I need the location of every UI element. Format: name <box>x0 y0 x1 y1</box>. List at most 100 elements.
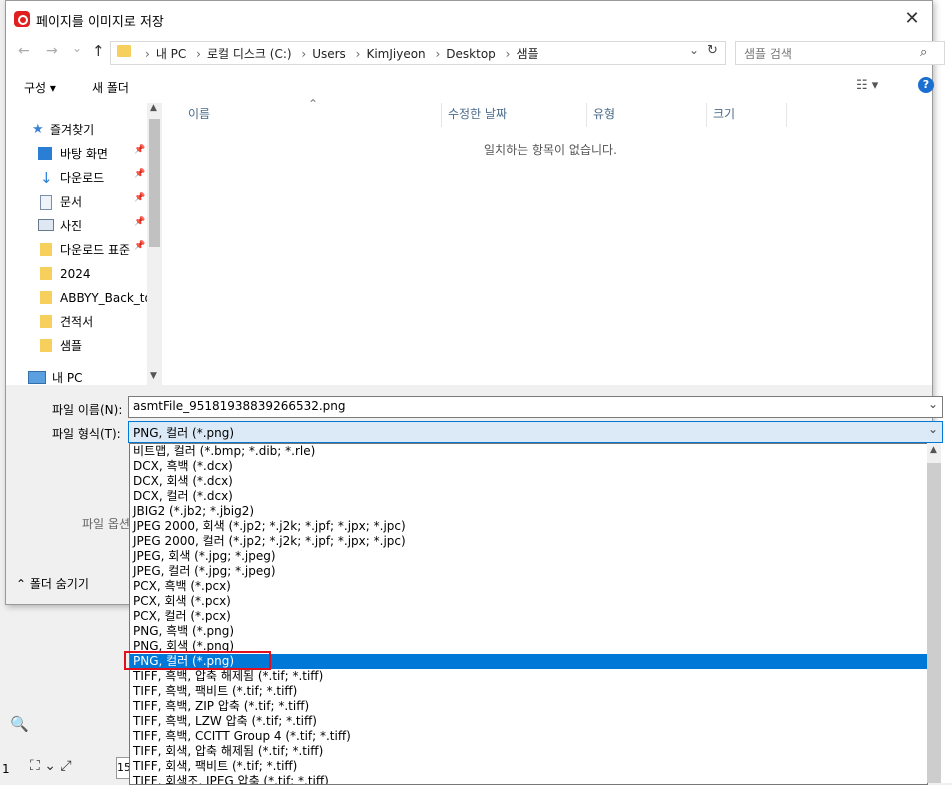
folder-icon <box>40 243 52 256</box>
filetype-option[interactable]: JBIG2 (*.jb2; *.jbig2) <box>130 504 927 519</box>
zoom-search-icon[interactable]: 🔍 <box>10 715 29 733</box>
breadcrumb-item[interactable]: Desktop <box>446 47 496 61</box>
column-header-date[interactable]: 수정한 날짜 <box>442 103 587 127</box>
filetype-option[interactable]: TIFF, 회색조, JPEG 압축 (*.tif; *.tiff) <box>130 774 927 784</box>
file-list: ⌃ 이름 수정한 날짜 유형 크기 일치하는 항목이 없습니다. <box>162 97 932 385</box>
help-icon[interactable]: ? <box>918 77 934 93</box>
pc-icon <box>28 371 46 384</box>
search-box[interactable]: 샘플 검색 ⌕ <box>735 41 945 65</box>
pin-icon: 📌 <box>134 145 146 155</box>
filetype-option[interactable]: DCX, 회색 (*.dcx) <box>130 474 927 489</box>
filetype-option[interactable]: TIFF, 흑백, 팩비트 (*.tif; *.tiff) <box>130 684 927 699</box>
new-folder-button[interactable]: 새 폴더 <box>92 79 129 96</box>
pin-icon: 📌 <box>134 169 146 179</box>
recent-locations-icon[interactable]: ⌄ <box>72 41 82 55</box>
filetype-select[interactable]: PNG, 컬러 (*.png) ⌄ <box>128 421 943 443</box>
filetype-option[interactable]: DCX, 컬러 (*.dcx) <box>130 489 927 504</box>
sidebar-item-label: 내 PC <box>52 371 83 385</box>
filetype-dropdown-list[interactable]: 비트맵, 컬러 (*.bmp; *.dib; *.rle) DCX, 흑백 (*… <box>129 443 928 785</box>
address-dropdown-icon[interactable]: ⌄ <box>689 43 699 57</box>
back-arrow-icon[interactable]: ← <box>18 43 30 59</box>
sidebar-item-pictures[interactable]: 사진 <box>38 215 82 237</box>
sidebar-item-sample[interactable]: 샘플 <box>38 335 82 357</box>
pin-icon: 📌 <box>134 193 146 203</box>
filetype-option[interactable]: PCX, 회색 (*.pcx) <box>130 594 927 609</box>
file-options-label: 파일 옵션 <box>82 517 130 531</box>
sidebar-item-2024[interactable]: 2024 <box>38 263 91 285</box>
filetype-option[interactable]: TIFF, 회색, 압축 해제됨 (*.tif; *.tiff) <box>130 744 927 759</box>
filetype-option[interactable]: TIFF, 회색, 팩비트 (*.tif; *.tiff) <box>130 759 927 774</box>
filename-field[interactable]: asmtFile_95181938839266532.png ⌄ <box>128 396 943 418</box>
search-icon[interactable]: ⌕ <box>920 45 927 60</box>
search-placeholder: 샘플 검색 <box>744 47 792 61</box>
sidebar-item-quotes[interactable]: 견적서 <box>38 311 93 333</box>
filetype-option[interactable]: JPEG 2000, 회색 (*.jp2; *.j2k; *.jpf; *.jp… <box>130 519 927 534</box>
scroll-down-icon[interactable]: ▼ <box>150 371 157 381</box>
hide-folders-button[interactable]: ⌃ 폴더 숨기기 <box>16 575 89 592</box>
sidebar-item-favorites[interactable]: ★ 즐겨찾기 <box>32 119 94 141</box>
sidebar-item-label: 다운로드 <box>60 171 105 185</box>
filename-label: 파일 이름(N): <box>52 403 123 417</box>
filetype-option[interactable]: TIFF, 흑백, LZW 압축 (*.tif; *.tiff) <box>130 714 927 729</box>
filetype-option[interactable]: PCX, 흑백 (*.pcx) <box>130 579 927 594</box>
filetype-option[interactable]: JPEG 2000, 컬러 (*.jp2; *.j2k; *.jpf; *.jp… <box>130 534 927 549</box>
sidebar-item-desktop[interactable]: 바탕 화면 <box>38 143 108 165</box>
app-logo-icon <box>14 11 30 27</box>
title-bar: 페이지를 이미지로 저장 ✕ <box>6 1 932 37</box>
column-header-name[interactable]: 이름 <box>182 103 442 127</box>
navigation-pane: ★ 즐겨찾기 바탕 화면 ↓ 다운로드 문서 사진 다운로드 표준 2024 A… <box>24 103 162 385</box>
sidebar-item-label: 사진 <box>60 219 83 233</box>
dropdown-scrollbar[interactable]: ▲ <box>927 443 941 783</box>
scroll-up-icon[interactable]: ▲ <box>930 445 937 455</box>
scroll-thumb[interactable] <box>927 463 941 783</box>
breadcrumb-item[interactable]: 샘플 <box>516 47 538 61</box>
chevron-down-icon[interactable]: ⌄ <box>928 397 938 411</box>
column-header-type[interactable]: 유형 <box>587 103 707 127</box>
sidebar-item-documents[interactable]: 문서 <box>38 191 82 213</box>
sidebar-item-label: 문서 <box>60 195 83 209</box>
pin-icon: 📌 <box>134 217 146 227</box>
filetype-option[interactable]: JPEG, 회색 (*.jpg; *.jpeg) <box>130 549 927 564</box>
document-icon <box>40 195 52 210</box>
fit-page-icon[interactable]: ⛶ ⌄ ⤢ <box>30 758 72 774</box>
scroll-up-icon[interactable]: ▲ <box>150 103 157 113</box>
sidebar-item-downloads[interactable]: ↓ 다운로드 <box>38 167 104 189</box>
sidebar-item-this-pc[interactable]: 내 PC <box>28 367 82 385</box>
filetype-label: 파일 형식(T): <box>52 427 121 441</box>
filetype-option[interactable]: TIFF, 흑백, ZIP 압축 (*.tif; *.tiff) <box>130 699 927 714</box>
close-button[interactable]: ✕ <box>898 7 926 31</box>
forward-arrow-icon[interactable]: → <box>46 43 58 59</box>
star-icon: ★ <box>32 122 44 137</box>
sidebar-item-label: 2024 <box>60 267 91 281</box>
column-header-size[interactable]: 크기 <box>707 103 787 127</box>
breadcrumb-item[interactable]: 로컬 디스크 (C:) <box>207 47 292 61</box>
sidebar-item-label: 견적서 <box>60 315 94 329</box>
navigation-pane-scrollbar[interactable]: ▲ ▼ <box>147 103 162 385</box>
scroll-thumb[interactable] <box>149 119 160 247</box>
sidebar-item-download-standard[interactable]: 다운로드 표준 <box>38 239 130 261</box>
filetype-option[interactable]: JPEG, 컬러 (*.jpg; *.jpeg) <box>130 564 927 579</box>
navigation-bar: ← → ⌄ ↑ › 내 PC › 로컬 디스크 (C:) › Users › KimJi… <box>6 37 945 69</box>
filetype-option[interactable]: 비트맵, 컬러 (*.bmp; *.dib; *.rle) <box>130 444 927 459</box>
view-options-icon[interactable]: ☷ ▾ <box>856 78 878 93</box>
filetype-option[interactable]: PNG, 흑백 (*.png) <box>130 624 927 639</box>
refresh-icon[interactable]: ↻ <box>707 43 718 58</box>
filetype-option[interactable]: TIFF, 흑백, 압축 해제됨 (*.tif; *.tiff) <box>130 669 927 684</box>
sidebar-item-abbyy[interactable]: ABBYY_Back_to_ <box>38 287 158 309</box>
selection-highlight-box <box>124 651 271 670</box>
sidebar-item-label: 샘플 <box>60 339 83 353</box>
address-bar[interactable]: › 내 PC › 로컬 디스크 (C:) › Users › KimJiyeon › De… <box>110 41 726 65</box>
up-arrow-icon[interactable]: ↑ <box>92 42 105 60</box>
breadcrumb-item[interactable]: Users <box>312 47 346 61</box>
desktop-icon <box>38 147 52 160</box>
folder-icon <box>40 267 52 280</box>
breadcrumb-item[interactable]: 내 PC <box>156 47 186 61</box>
filetype-option[interactable]: PCX, 컬러 (*.pcx) <box>130 609 927 624</box>
filetype-option[interactable]: DCX, 흑백 (*.dcx) <box>130 459 927 474</box>
filetype-option[interactable]: TIFF, 흑백, CCITT Group 4 (*.tif; *.tiff) <box>130 729 927 744</box>
download-icon: ↓ <box>40 169 53 187</box>
chevron-down-icon[interactable]: ⌄ <box>928 422 938 436</box>
breadcrumb-item[interactable]: KimJiyeon <box>366 47 425 61</box>
filename-value: asmtFile_95181938839266532.png <box>133 399 346 413</box>
organize-button[interactable]: 구성 ▾ <box>24 79 56 96</box>
